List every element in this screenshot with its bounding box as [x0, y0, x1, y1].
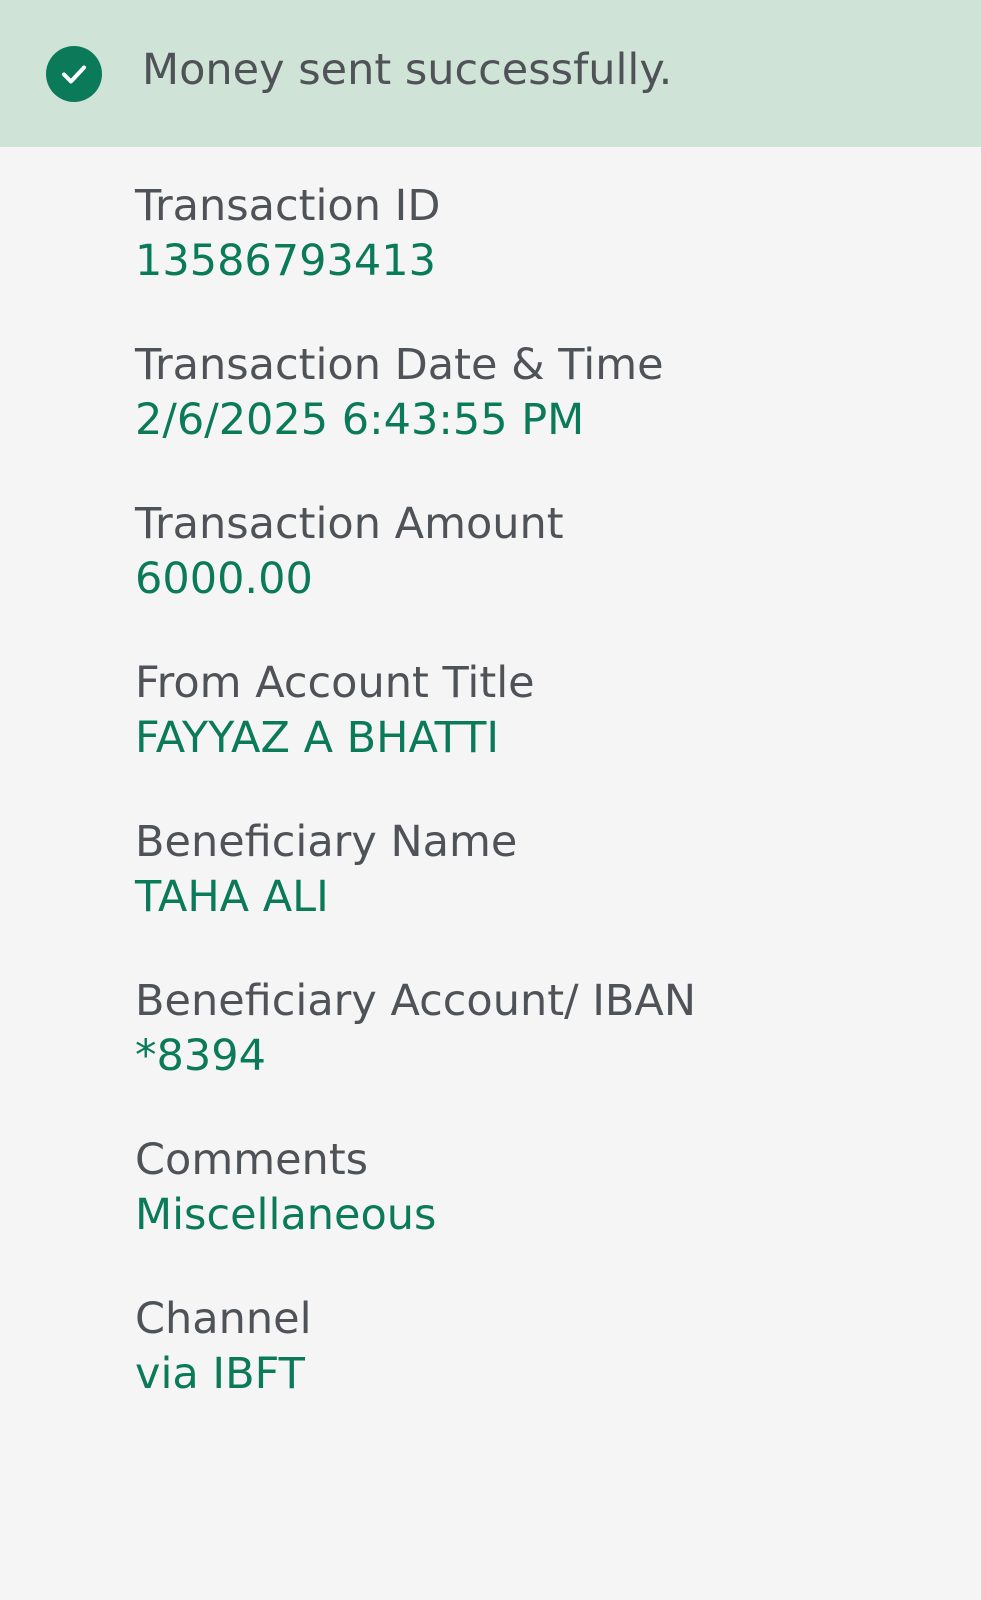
detail-value: via IBFT [135, 1349, 305, 1399]
detail-beneficiary-name: Beneficiary Name TAHA ALI [135, 816, 955, 975]
detail-from-account-title: From Account Title FAYYAZ A BHATTI [135, 657, 955, 816]
detail-value: FAYYAZ A BHATTI [135, 713, 500, 763]
detail-value: 13586793413 [135, 236, 436, 286]
detail-label: Transaction Date & Time [135, 340, 664, 390]
detail-label: Transaction Amount [135, 499, 564, 549]
detail-comments: Comments Miscellaneous [135, 1134, 955, 1293]
detail-value: 6000.00 [135, 554, 313, 604]
success-banner: Money sent successfully. [0, 0, 981, 147]
detail-label: Transaction ID [135, 181, 441, 231]
detail-beneficiary-account: Beneficiary Account/ IBAN *8394 [135, 975, 955, 1134]
detail-value: Miscellaneous [135, 1190, 437, 1240]
detail-value: 2/6/2025 6:43:55 PM [135, 395, 585, 445]
detail-label: From Account Title [135, 658, 535, 708]
detail-transaction-amount: Transaction Amount 6000.00 [135, 498, 955, 657]
detail-channel: Channel via IBFT [135, 1293, 955, 1452]
check-circle-icon [46, 46, 102, 102]
detail-value: TAHA ALI [135, 872, 329, 922]
detail-value: *8394 [135, 1031, 266, 1081]
detail-label: Channel [135, 1294, 312, 1344]
detail-label: Comments [135, 1135, 369, 1185]
detail-transaction-datetime: Transaction Date & Time 2/6/2025 6:43:55… [135, 339, 955, 498]
success-message: Money sent successfully. [142, 45, 673, 95]
detail-label: Beneficiary Name [135, 817, 518, 867]
detail-label: Beneficiary Account/ IBAN [135, 976, 697, 1026]
detail-transaction-id: Transaction ID 13586793413 [135, 180, 955, 339]
transaction-details: Transaction ID 13586793413 Transaction D… [135, 180, 955, 1452]
